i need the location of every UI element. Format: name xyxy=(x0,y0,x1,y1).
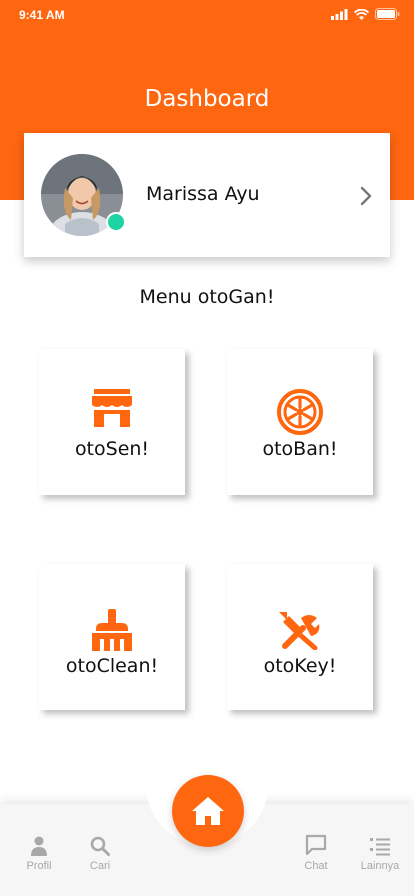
broom-icon xyxy=(92,609,132,651)
tire-icon xyxy=(277,389,323,435)
chat-icon xyxy=(305,834,327,856)
menu-tile-label: otoBan! xyxy=(262,438,338,460)
status-time: 9:41 AM xyxy=(19,8,65,22)
battery-icon xyxy=(375,8,400,20)
wifi-icon xyxy=(354,8,369,20)
menu-tile-label: otoKey! xyxy=(263,655,337,677)
nav-label: Chat xyxy=(304,860,328,872)
status-bar: 9:41 AM xyxy=(0,0,414,32)
nav-label: Cari xyxy=(89,860,111,872)
menu-tile-otoclean[interactable]: otoClean! xyxy=(39,564,185,710)
nav-item-profil[interactable]: Profil xyxy=(9,834,69,872)
online-status-dot xyxy=(106,212,126,232)
nav-label: Lainnya xyxy=(360,860,400,872)
nav-item-cari[interactable]: Cari xyxy=(70,834,130,872)
search-icon xyxy=(90,836,110,856)
menu-tile-label: otoClean! xyxy=(65,655,159,677)
status-icons xyxy=(331,8,400,20)
profile-card[interactable]: Marissa Ayu xyxy=(24,133,390,257)
menu-tile-otokey[interactable]: otoKey! xyxy=(227,564,373,710)
page-title: Dashboard xyxy=(144,86,270,112)
tools-icon xyxy=(279,612,320,650)
menu-tile-label: otoSen! xyxy=(74,438,150,460)
list-icon xyxy=(370,838,390,856)
home-button[interactable] xyxy=(172,775,244,847)
menu-tile-otoban[interactable]: otoBan! xyxy=(227,349,373,495)
profile-name: Marissa Ayu xyxy=(146,183,260,205)
menu-tile-otosen[interactable]: otoSen! xyxy=(39,349,185,495)
menu-title: Menu otoGan! xyxy=(139,286,275,308)
nav-item-lainnya[interactable]: Lainnya xyxy=(350,834,410,872)
nav-item-chat[interactable]: Chat xyxy=(286,834,346,872)
person-icon xyxy=(31,836,47,856)
store-icon xyxy=(92,389,132,427)
nav-label: Profil xyxy=(26,860,52,872)
home-icon xyxy=(192,797,224,825)
chevron-right-icon[interactable] xyxy=(359,185,373,207)
signal-icon xyxy=(331,8,348,20)
